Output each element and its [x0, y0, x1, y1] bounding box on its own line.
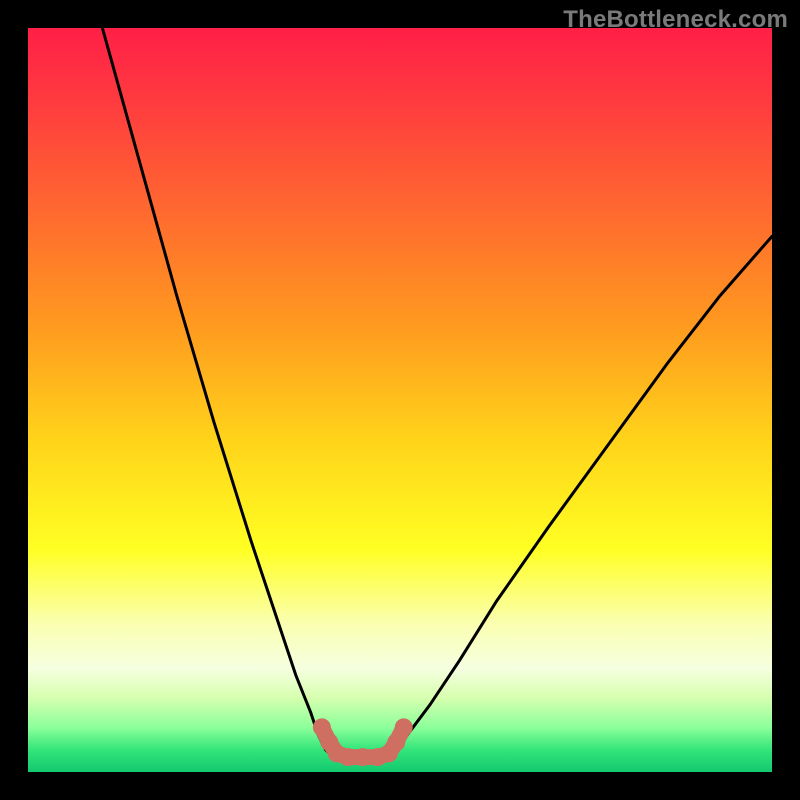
chart-svg [28, 28, 772, 772]
plot-area [28, 28, 772, 772]
marker-dot [395, 718, 413, 736]
gradient-background [28, 28, 772, 772]
outer-frame: TheBottleneck.com [0, 0, 800, 800]
watermark-label: TheBottleneck.com [563, 6, 788, 34]
